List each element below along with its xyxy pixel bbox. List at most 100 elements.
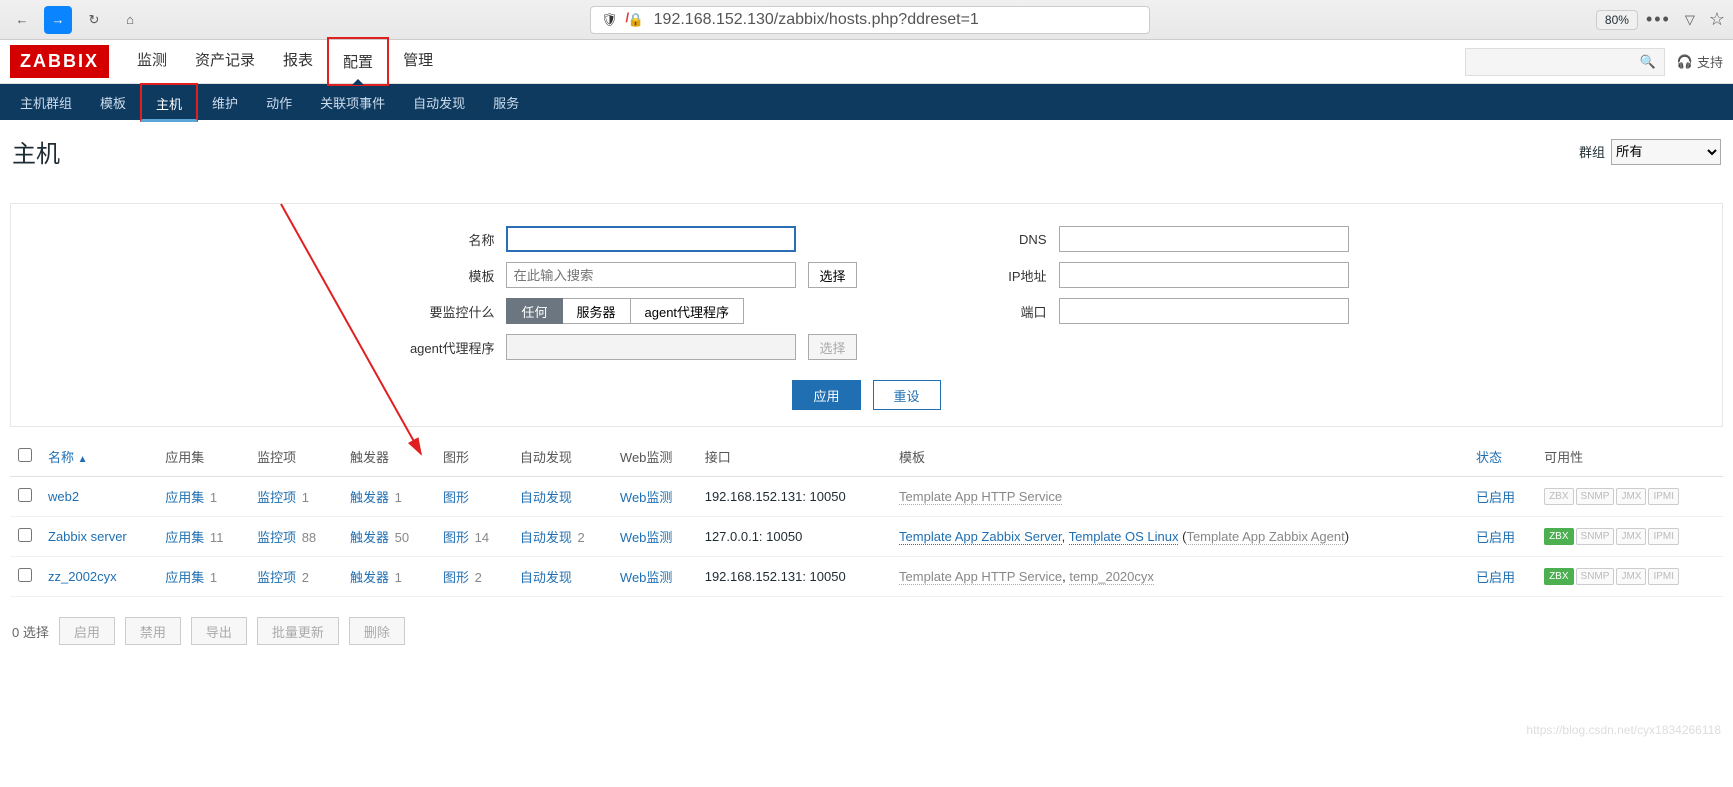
bulk-export-button[interactable]: 导出: [191, 617, 247, 645]
graphs-link[interactable]: 图形: [443, 570, 469, 585]
group-filter-select[interactable]: 所有: [1611, 139, 1721, 165]
more-icon[interactable]: •••: [1646, 9, 1671, 30]
monitor-server[interactable]: 服务器: [563, 298, 631, 324]
filter-agentproxy-select-button: 选择: [808, 334, 856, 360]
template-link[interactable]: Template App Zabbix Server: [899, 529, 1062, 545]
reload-button[interactable]: ↻: [80, 6, 108, 34]
avail-zbx-badge: ZBX: [1544, 568, 1573, 585]
col-apps: 应用集: [157, 437, 249, 477]
subnav-actions[interactable]: 动作: [252, 84, 306, 121]
back-button[interactable]: ←: [8, 6, 36, 34]
zoom-badge[interactable]: 80%: [1596, 10, 1638, 30]
subnav-templates[interactable]: 模板: [86, 84, 140, 121]
filter-port-input[interactable]: [1059, 298, 1349, 324]
row-checkbox[interactable]: [18, 568, 32, 582]
status-toggle[interactable]: 已启用: [1476, 490, 1515, 505]
items-link[interactable]: 监控项: [257, 570, 296, 585]
group-filter-label: 群组: [1579, 142, 1605, 161]
subnav-services[interactable]: 服务: [479, 84, 533, 121]
avail-jmx-badge: JMX: [1616, 528, 1646, 545]
bookmark-star-icon[interactable]: ☆: [1709, 9, 1725, 30]
filter-ip-label: IP地址: [937, 266, 1047, 285]
status-toggle[interactable]: 已启用: [1476, 570, 1515, 585]
page-title-row: 主机 群组 所有: [0, 120, 1733, 179]
subnav-discovery[interactable]: 自动发现: [399, 84, 479, 121]
global-search[interactable]: 🔍: [1465, 48, 1665, 76]
template-link[interactable]: temp_2020cyx: [1069, 569, 1154, 585]
discovery-link[interactable]: 自动发现: [520, 490, 572, 505]
template-link[interactable]: Template App HTTP Service: [899, 489, 1062, 505]
bulk-massupdate-button[interactable]: 批量更新: [257, 617, 339, 645]
bulk-delete-button[interactable]: 删除: [349, 617, 405, 645]
pocket-icon[interactable]: ▽: [1685, 12, 1695, 28]
filter-name-input[interactable]: [506, 226, 796, 252]
zabbix-logo[interactable]: ZABBIX: [10, 45, 109, 78]
watermark: https://blog.csdn.net/cyx1834266118: [1526, 723, 1721, 737]
nav-configuration[interactable]: 配置: [327, 37, 389, 86]
subnav-correlation[interactable]: 关联项事件: [306, 84, 399, 121]
filter-dns-input[interactable]: [1059, 226, 1349, 252]
triggers-link[interactable]: 触发器: [350, 490, 389, 505]
apps-link[interactable]: 应用集: [165, 570, 204, 585]
subnav-hostgroups[interactable]: 主机群组: [6, 84, 86, 121]
table-row: Zabbix server 应用集 11 监控项 88 触发器 50 图形 14…: [10, 517, 1723, 557]
filter-apply-button[interactable]: 应用: [792, 380, 860, 410]
page-title: 主机: [12, 134, 60, 169]
home-button[interactable]: ⌂: [116, 6, 144, 34]
select-all-checkbox[interactable]: [18, 448, 32, 462]
avail-snmp-badge: SNMP: [1576, 528, 1615, 545]
monitor-any[interactable]: 任何: [506, 298, 562, 324]
subnav-hosts[interactable]: 主机: [140, 83, 198, 122]
filter-template-label: 模板: [384, 266, 494, 285]
host-name-link[interactable]: zz_2002cyx: [48, 569, 117, 584]
apps-link[interactable]: 应用集: [165, 490, 204, 505]
nav-inventory[interactable]: 资产记录: [181, 37, 269, 86]
web-link[interactable]: Web监测: [620, 490, 673, 505]
items-link[interactable]: 监控项: [257, 530, 296, 545]
status-toggle[interactable]: 已启用: [1476, 530, 1515, 545]
shield-icon: 🛡: [601, 12, 618, 28]
templates-cell: Template App HTTP Service: [891, 477, 1468, 517]
nav-reports[interactable]: 报表: [269, 37, 327, 86]
discovery-link[interactable]: 自动发现: [520, 570, 572, 585]
support-link[interactable]: 🎧 支持: [1677, 52, 1723, 71]
host-name-link[interactable]: web2: [48, 489, 79, 504]
avail-ipmi-badge: IPMI: [1648, 528, 1679, 545]
table-row: web2 应用集 1 监控项 1 触发器 1 图形 自动发现 Web监测 192…: [10, 477, 1723, 517]
templates-cell: Template App Zabbix Server, Template OS …: [891, 517, 1468, 557]
col-status[interactable]: 状态: [1468, 437, 1536, 477]
items-link[interactable]: 监控项: [257, 490, 296, 505]
filter-monitor-segmented: 任何 服务器 agent代理程序: [506, 298, 744, 324]
bulk-enable-button[interactable]: 启用: [59, 617, 115, 645]
bulk-disable-button[interactable]: 禁用: [125, 617, 181, 645]
forward-button[interactable]: →: [44, 6, 72, 34]
web-link[interactable]: Web监测: [620, 530, 673, 545]
host-name-link[interactable]: Zabbix server: [48, 529, 127, 544]
web-link[interactable]: Web监测: [620, 570, 673, 585]
template-link[interactable]: Template App HTTP Service: [899, 569, 1062, 585]
app-header: ZABBIX 监测 资产记录 报表 配置 管理 🔍 🎧 支持: [0, 40, 1733, 84]
graphs-link[interactable]: 图形: [443, 490, 469, 505]
availability-group: ZBXSNMPJMXIPMI: [1544, 488, 1715, 505]
nav-admin[interactable]: 管理: [389, 37, 447, 86]
filter-reset-button[interactable]: 重设: [873, 380, 941, 410]
graphs-link[interactable]: 图形: [443, 530, 469, 545]
filter-template-select-button[interactable]: 选择: [808, 262, 856, 288]
col-name[interactable]: 名称 ▲: [40, 437, 157, 477]
row-checkbox[interactable]: [18, 488, 32, 502]
subnav-maintenance[interactable]: 维护: [198, 84, 252, 121]
filter-template-input[interactable]: [506, 262, 796, 288]
triggers-link[interactable]: 触发器: [350, 570, 389, 585]
row-checkbox[interactable]: [18, 528, 32, 542]
url-bar[interactable]: 🛡 🔒/ 192.168.152.130/zabbix/hosts.php?dd…: [590, 6, 1150, 34]
apps-link[interactable]: 应用集: [165, 530, 204, 545]
monitor-agent[interactable]: agent代理程序: [631, 298, 745, 324]
nav-monitor[interactable]: 监测: [123, 37, 181, 86]
filter-ip-input[interactable]: [1059, 262, 1349, 288]
triggers-link[interactable]: 触发器: [350, 530, 389, 545]
filter-agentproxy-label: agent代理程序: [384, 338, 494, 357]
browser-toolbar: ← → ↻ ⌂ 🛡 🔒/ 192.168.152.130/zabbix/host…: [0, 0, 1733, 40]
discovery-link[interactable]: 自动发现: [520, 530, 572, 545]
avail-snmp-badge: SNMP: [1576, 488, 1615, 505]
template-link[interactable]: Template OS Linux: [1069, 529, 1179, 545]
